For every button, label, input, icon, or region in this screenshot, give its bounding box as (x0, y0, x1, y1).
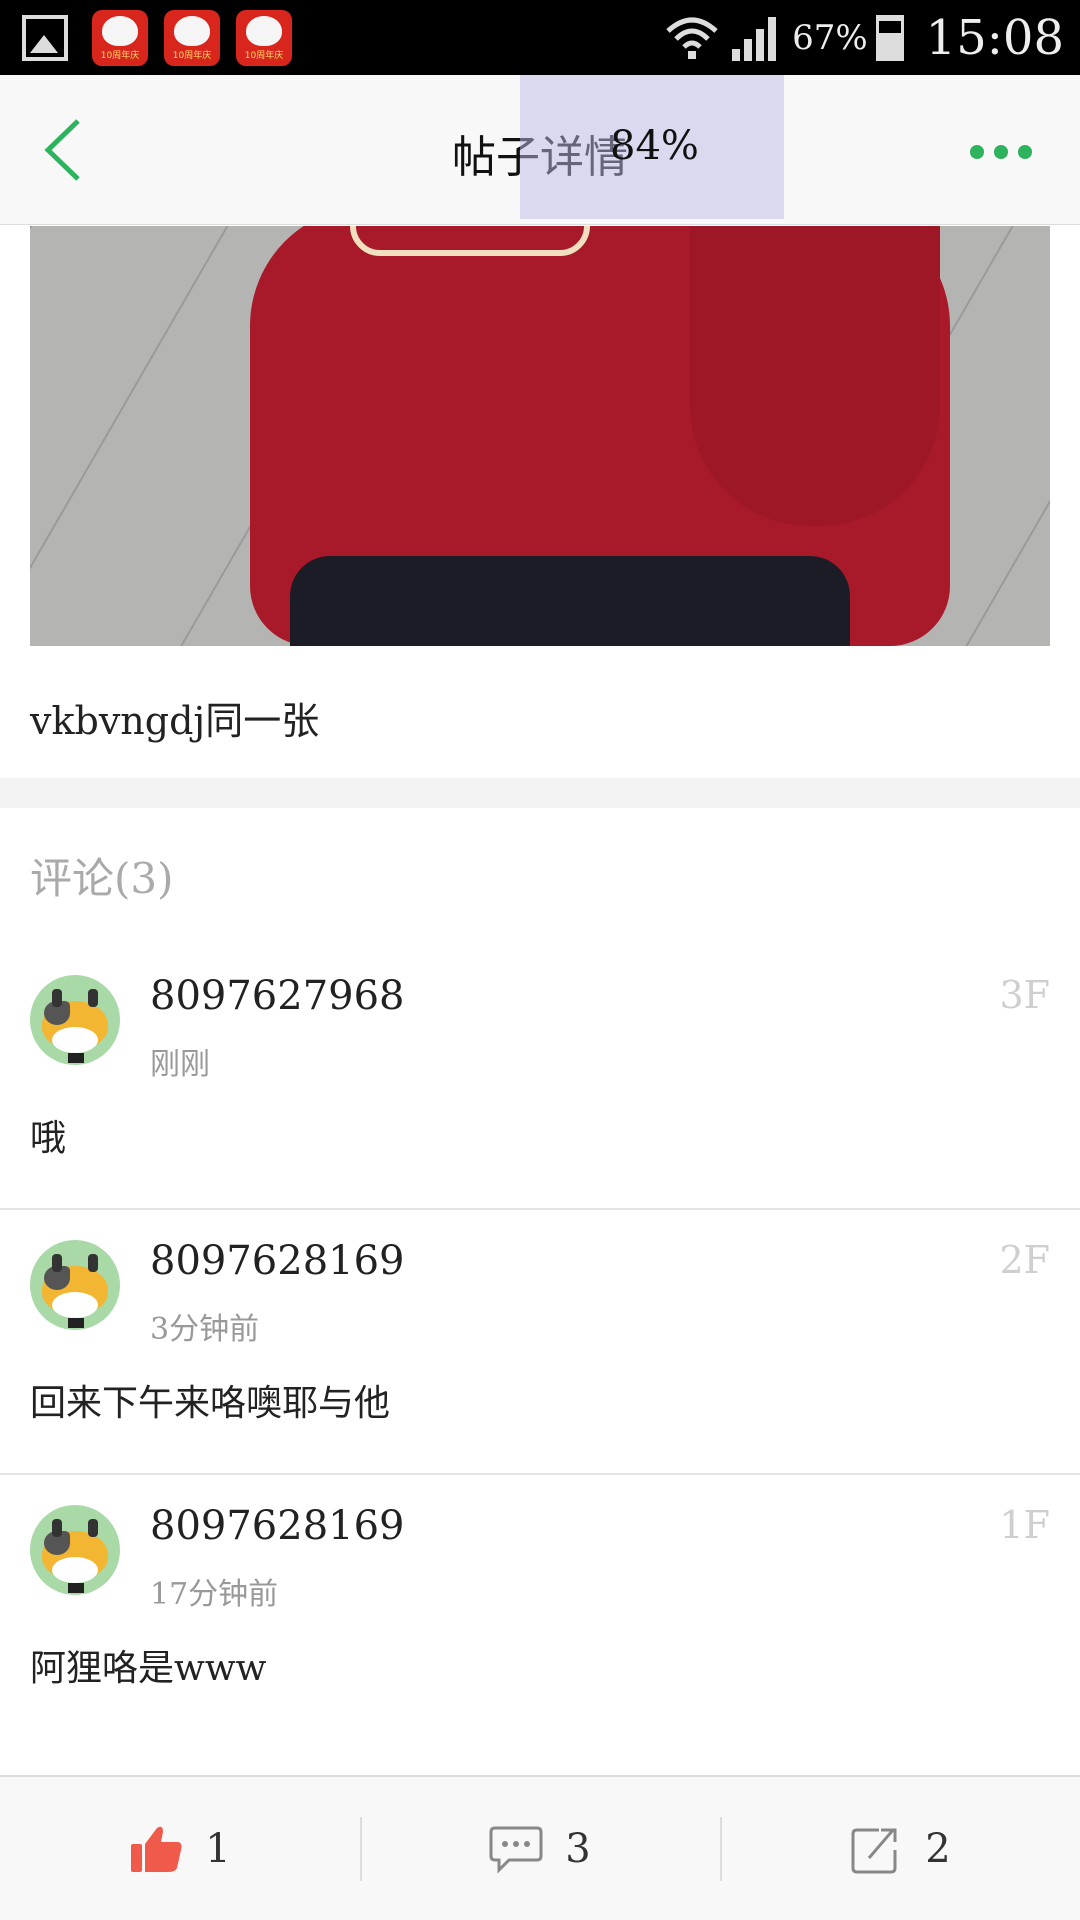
title-bar: 帖子详情 84% (0, 75, 1080, 225)
comment-item[interactable]: 8097628169 3分钟前 2F 回来下午来咯噢耶与他 (0, 1210, 1080, 1475)
app-notification-icon: 10周年庆 (92, 10, 148, 66)
comment-text: 哦 (30, 1118, 67, 1159)
comment-time: 3分钟前 (150, 1312, 260, 1347)
comment-text: 回来下午来咯噢耶与他 (30, 1383, 391, 1424)
notification-area: 10周年庆 10周年庆 10周年庆 (22, 10, 308, 66)
post-image[interactable] (30, 226, 1050, 646)
comment-time: 17分钟前 (150, 1577, 279, 1612)
comment-time: 刚刚 (150, 1047, 210, 1082)
battery-icon (875, 14, 904, 61)
loading-progress: 84% (610, 123, 699, 169)
like-count: 1 (205, 1825, 231, 1872)
more-dots-icon[interactable] (970, 145, 1032, 159)
status-bar: 10周年庆 10周年庆 10周年庆 67% 15:08 (0, 0, 1080, 75)
share-icon (851, 1828, 897, 1873)
post-text: vkbvngdj同一张 (30, 699, 320, 743)
comment-username[interactable]: 8097628169 (150, 1238, 405, 1284)
app-notification-icon: 10周年庆 (236, 10, 292, 66)
thumbs-up-icon (131, 1826, 182, 1872)
gallery-icon (22, 15, 68, 61)
comment-floor: 3F (999, 973, 1050, 1017)
wifi-icon (666, 17, 718, 59)
share-button[interactable]: 2 (720, 1777, 1080, 1920)
avatar[interactable] (30, 1240, 120, 1330)
comment-username[interactable]: 8097628169 (150, 1503, 405, 1549)
like-button[interactable]: 1 (0, 1777, 360, 1920)
clock: 15:08 (925, 9, 1064, 66)
bottom-action-bar: 1 3 2 (0, 1775, 1080, 1920)
comment-bubble-icon (489, 1826, 543, 1874)
comment-count: 3 (565, 1825, 591, 1872)
avatar[interactable] (30, 975, 120, 1065)
battery-percent: 67% (792, 17, 868, 58)
section-divider (0, 778, 1080, 808)
comment-text: 阿狸咯是www (30, 1648, 267, 1689)
comments-title: 评论(3) (30, 854, 174, 903)
comment-floor: 1F (999, 1503, 1050, 1547)
comment-username[interactable]: 8097627968 (150, 973, 405, 1019)
comment-item[interactable]: 8097627968 刚刚 3F 哦 (0, 945, 1080, 1210)
share-count: 2 (925, 1825, 951, 1872)
avatar[interactable] (30, 1505, 120, 1595)
comment-floor: 2F (999, 1238, 1050, 1282)
comment-item[interactable]: 8097628169 17分钟前 1F 阿狸咯是www (0, 1475, 1080, 1775)
comment-button[interactable]: 3 (360, 1777, 720, 1920)
signal-icon (732, 15, 782, 61)
app-notification-icon: 10周年庆 (164, 10, 220, 66)
